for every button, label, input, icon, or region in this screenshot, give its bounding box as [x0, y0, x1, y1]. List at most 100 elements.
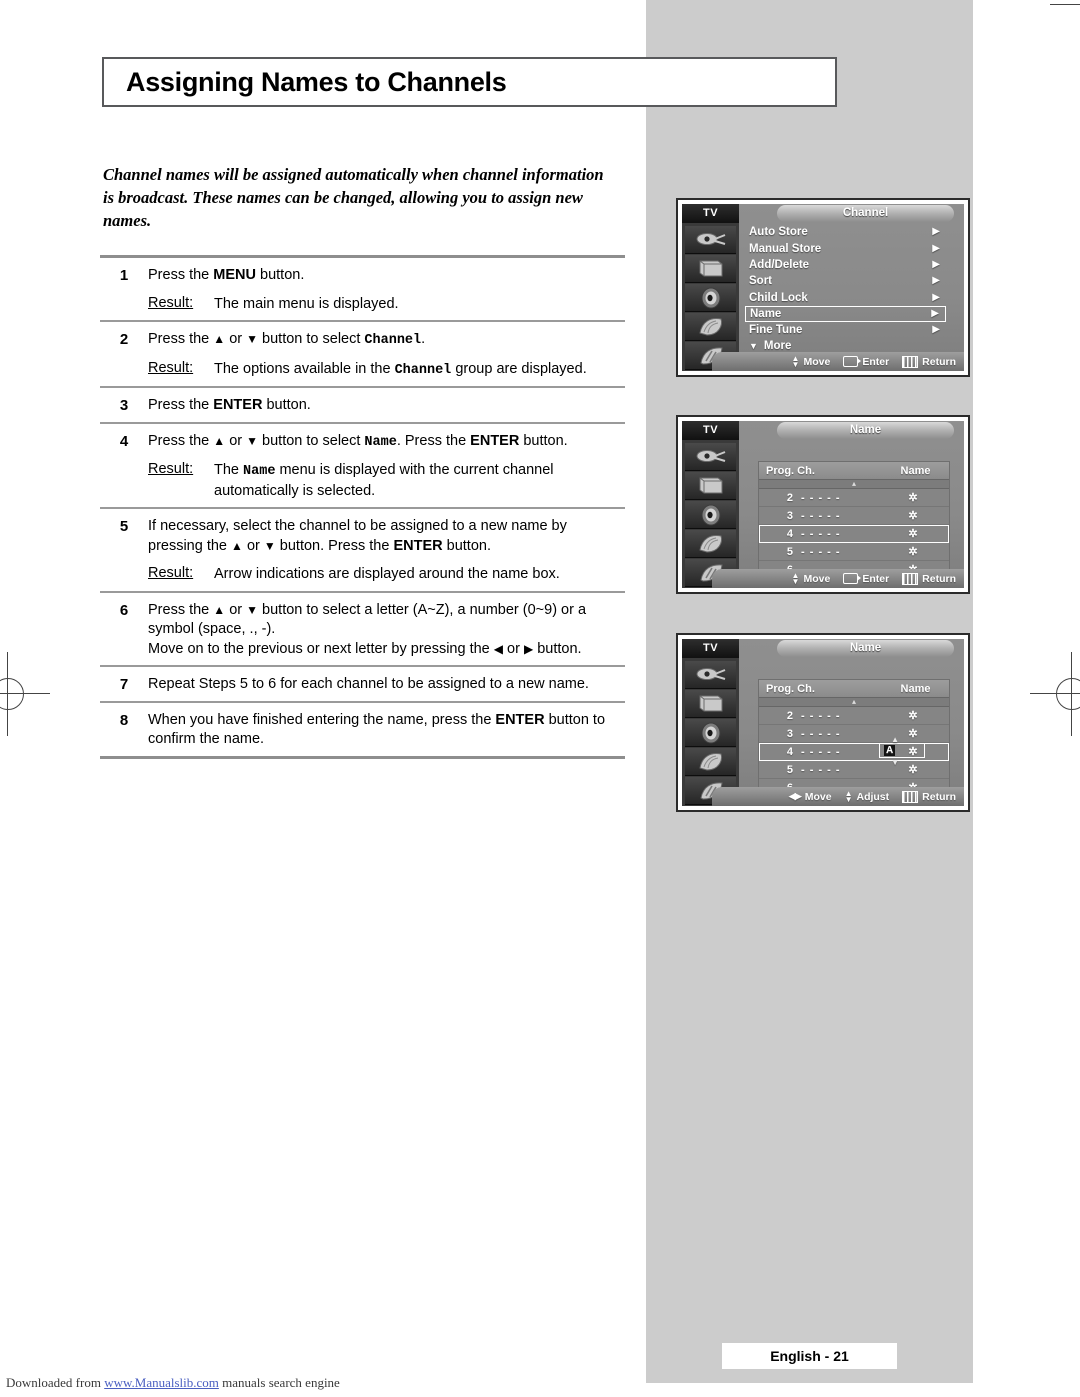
name-edit-box[interactable]: A — [879, 743, 925, 758]
name-edit-down-arrow-icon[interactable]: ▼ — [891, 759, 899, 767]
osd-source-label: TV — [682, 204, 739, 223]
table-row[interactable]: 3 - - - - - ✲ — [759, 725, 949, 743]
osd-menu-item-label: Child Lock — [749, 291, 808, 304]
osd-menu-item-manual-store[interactable]: Manual Store ▶ — [739, 240, 964, 256]
step-body: Press the ▲ or ▼ button to select a lett… — [148, 601, 625, 660]
cell-ch: - - - - - — [801, 763, 841, 776]
osd-sidebar: TV — [682, 204, 739, 371]
osd-menu-item-sort[interactable]: Sort ▶ — [739, 273, 964, 289]
result-text: The main menu is displayed. — [214, 295, 399, 312]
cell-prog: 5 — [786, 763, 793, 776]
step-result: Result: The options available in the Chan… — [148, 360, 625, 381]
name-edit-up-arrow-icon[interactable]: ▲ — [891, 736, 899, 744]
step-number: 1 — [119, 267, 129, 284]
osd-bottom-bar: ▲ ▼ Move Enter Return — [712, 352, 964, 371]
osd-titlebar: Name — [739, 422, 960, 439]
step-body: Press the ▲ or ▼ button to select Name. … — [148, 432, 625, 502]
osd-panel-name-edit: TV Name Prog. Ch. Name ▴ 2 - - - - - ✲ 3 - - - - … — [676, 633, 970, 812]
sidebar-picture-icon[interactable] — [685, 748, 736, 776]
sidebar-antenna-icon[interactable] — [685, 226, 736, 254]
osd-sidebar: TV — [682, 421, 739, 588]
cell-prog: 3 — [786, 509, 793, 522]
osd-menu-more-label: More — [763, 340, 792, 353]
table-row[interactable]: 5 - - - - - ✲ — [759, 543, 949, 561]
osd-hint-label: Move — [803, 355, 831, 368]
result-label: Result: — [148, 359, 194, 376]
page-title: Assigning Names to Channels — [126, 66, 507, 97]
result-label: Result: — [148, 461, 194, 477]
result-label: Result: — [148, 565, 194, 581]
sidebar-antenna-icon[interactable] — [685, 443, 736, 471]
step-body: Press the MENU button. Result: The main me… — [148, 266, 625, 314]
step-line: If necessary, select the channel to be a… — [148, 518, 567, 554]
manualslib-link[interactable]: www.Manualslib.com — [104, 1375, 219, 1390]
scroll-up-indicator[interactable]: ▴ — [759, 479, 949, 489]
osd-menu-item-fine-tune[interactable]: Fine Tune ▶ — [739, 322, 964, 338]
sidebar-tv-icon[interactable] — [685, 472, 736, 500]
chevron-right-icon: ▶ — [931, 307, 939, 319]
osd-bottom-bar: ◀▶ Move ▲ ▼ Adjust Return — [712, 787, 964, 806]
osd-hint-label: Enter — [862, 355, 890, 368]
download-note: Downloaded from www.Manualslib.com manua… — [6, 1375, 340, 1391]
cell-name: ✲ — [908, 510, 918, 522]
osd-menu-item-auto-store[interactable]: Auto Store ▶ — [739, 224, 964, 240]
step-number: 3 — [119, 397, 129, 414]
step-line: Repeat Steps 5 to 6 for each channel to … — [148, 676, 589, 692]
table-row[interactable]: 5 - - - - - ✲ — [759, 761, 949, 779]
column-header-prog-ch: Prog. Ch. — [766, 464, 815, 477]
osd-menu-item-label: Auto Store — [749, 226, 808, 239]
sidebar-tv-icon[interactable] — [685, 255, 736, 283]
step-body: If necessary, select the channel to be a… — [148, 517, 625, 585]
table-row[interactable]: 3 - - - - - ✲ — [759, 507, 949, 525]
table-row[interactable]: 4- - - - - ✲ A ▲ ▼ — [759, 736, 949, 767]
sidebar-speaker-icon[interactable] — [685, 284, 736, 312]
sidebar-speaker-icon[interactable] — [685, 501, 736, 529]
sidebar-speaker-icon[interactable] — [685, 719, 736, 747]
download-note-suffix: manuals search engine — [218, 1375, 340, 1390]
osd-menu-item-child-lock[interactable]: Child Lock ▶ — [739, 290, 964, 306]
name-edit-letter: A — [884, 745, 896, 756]
result-label: Result: — [148, 294, 194, 311]
chevron-right-icon: ▶ — [932, 275, 940, 287]
osd-menu-item-add-delete[interactable]: Add/Delete ▶ — [739, 257, 964, 273]
step-line: Press the ENTER button. — [148, 397, 311, 413]
osd-hint-label: Return — [922, 790, 956, 803]
cell-ch: - - - - - — [801, 745, 841, 758]
table-row[interactable]: 4 - - - - - ✲ — [759, 525, 949, 543]
registration-mark-left-icon — [0, 652, 50, 736]
chevron-right-icon: ▶ — [932, 324, 940, 336]
result-text: The options available in the Channel gro… — [214, 360, 587, 378]
page-title-box: Assigning Names to Channels — [102, 57, 837, 107]
step-item: 5 If necessary, select the channel to be … — [100, 509, 625, 591]
osd-sidebar: TV — [682, 639, 739, 806]
crop-mark-icon — [1050, 4, 1080, 5]
sidebar-antenna-icon[interactable] — [685, 661, 736, 689]
step-item: 3 Press the ENTER button. — [100, 388, 625, 422]
table-row[interactable]: 2 - - - - - ✲ — [759, 707, 949, 725]
column-header-prog-ch: Prog. Ch. — [766, 682, 815, 695]
osd-menu-item-label: Sort — [749, 275, 772, 288]
cell-name: ✲ — [908, 528, 918, 540]
osd-hint-label: Return — [922, 572, 956, 585]
osd-hint-label: Move — [804, 790, 832, 803]
sidebar-tv-icon[interactable] — [685, 690, 736, 718]
osd-title: Name — [777, 422, 954, 439]
table-row[interactable]: 2 - - - - - ✲ — [759, 489, 949, 507]
cell-prog: 3 — [786, 727, 793, 740]
updown-icon: ▲ ▼ — [844, 788, 853, 804]
scroll-up-indicator[interactable]: ▴ — [759, 697, 949, 707]
osd-hint-return: Return — [902, 572, 956, 585]
osd-bottom-bar: ▲ ▼ Move Enter Return — [712, 569, 964, 588]
step-body: Repeat Steps 5 to 6 for each channel to … — [148, 675, 625, 695]
sidebar-picture-icon[interactable] — [685, 313, 736, 341]
column-header-name: Name — [900, 682, 931, 695]
step-line: When you have finished entering the name… — [148, 711, 606, 748]
sidebar-picture-icon[interactable] — [685, 530, 736, 558]
step-line: Press the ▲ or ▼ button to select Channe… — [148, 331, 426, 348]
step-number: 7 — [119, 676, 129, 693]
cell-ch: - - - - - — [801, 727, 841, 740]
osd-menu-item-name[interactable]: Name ▶ — [745, 305, 946, 322]
enter-icon — [843, 356, 862, 367]
osd-panel-name-list: TV Name Prog. Ch. Name ▴ 2 - - - - - ✲ 3 - - - - … — [676, 415, 970, 594]
cell-prog: 4 — [786, 745, 793, 758]
